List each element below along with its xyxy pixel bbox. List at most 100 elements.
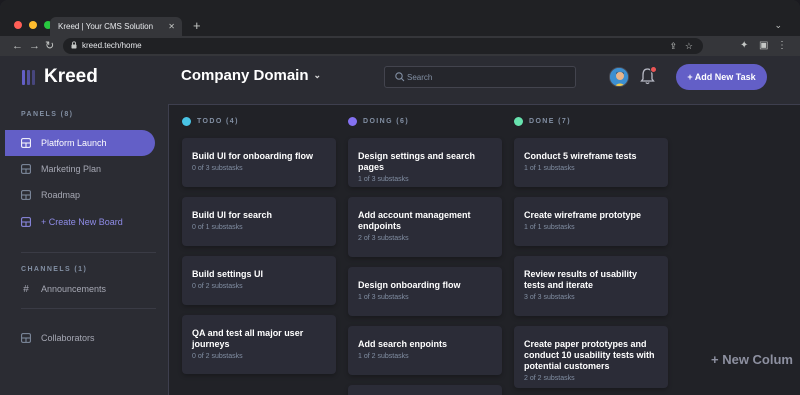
task-title: Build UI for onboarding flow	[192, 151, 313, 161]
sidebar-item-label: Platform Launch	[41, 138, 107, 148]
task-card[interactable]: QA and test all major user journeys 0 of…	[182, 315, 336, 374]
task-card[interactable]: Build settings UI 0 of 2 substasks	[182, 256, 336, 305]
kanban-board: TODO (4) Build UI for onboarding flow 0 …	[169, 105, 800, 395]
task-title: Create wireframe prototype	[524, 210, 642, 220]
browser-tab-bar: Kreed | Your CMS Solution ✕ + ⌄	[0, 0, 800, 36]
sidebar-item-label: Collaborators	[41, 333, 95, 343]
create-new-board-label: + Create New Board	[41, 217, 123, 227]
window-controls	[14, 21, 52, 29]
task-subtasks: 2 of 2 substasks	[524, 375, 575, 382]
minimize-window-button[interactable]	[29, 21, 37, 29]
board-icon	[21, 333, 31, 343]
column-title: DOING (6)	[363, 118, 410, 125]
task-title: Conduct 5 wireframe tests	[524, 151, 637, 161]
column-color-dot	[182, 117, 191, 126]
task-title: Build UI for search	[192, 210, 273, 220]
avatar-image-icon	[610, 68, 628, 86]
task-subtasks: 1 of 1 substasks	[524, 224, 575, 231]
close-window-button[interactable]	[14, 21, 22, 29]
task-card[interactable]: Design onboarding flow 1 of 3 substasks	[348, 267, 502, 316]
create-new-board-button[interactable]: + Create New Board	[0, 209, 155, 235]
task-subtasks: 1 of 3 substasks	[358, 176, 409, 183]
logo-text: Kreed	[44, 66, 98, 87]
board-title: Company Domain	[181, 67, 309, 84]
new-column-button[interactable]: + New Colum	[711, 352, 793, 367]
task-card[interactable]: Add search enpoints 1 of 2 substasks	[348, 326, 502, 375]
task-title: Create paper prototypes and conduct 10 u…	[524, 339, 655, 371]
back-arrow-icon[interactable]: ←	[12, 38, 23, 54]
tab-title: Kreed | Your CMS Solution	[58, 22, 154, 31]
sidebar-divider-line	[21, 252, 156, 253]
channels-heading: CHANNELS (1)	[21, 266, 88, 273]
sidebar-item-marketing-plan[interactable]: Marketing Plan	[0, 156, 155, 182]
panels-heading: PANELS (8)	[21, 111, 74, 118]
new-tab-button[interactable]: +	[193, 18, 201, 34]
task-title: Add account management endpoints	[358, 210, 471, 231]
task-card[interactable]: Add account management endpoints 2 of 3 …	[348, 197, 502, 257]
task-card[interactable]: Build UI for onboarding flow 0 of 3 subs…	[182, 138, 336, 187]
board-icon	[21, 164, 31, 174]
task-subtasks: 1 of 3 substasks	[358, 294, 409, 301]
notification-badge	[650, 66, 657, 73]
task-subtasks: 0 of 3 substasks	[192, 165, 243, 172]
address-bar[interactable]: kreed.tech/home ⇪ ☆	[63, 38, 703, 54]
kanban-app: Kreed Company Domain ⌄ + A	[0, 56, 800, 395]
board-title-dropdown[interactable]: Company Domain ⌄	[181, 67, 321, 84]
browser-tab[interactable]: Kreed | Your CMS Solution ✕	[50, 17, 182, 36]
task-subtasks: 1 of 2 substasks	[358, 353, 409, 360]
share-icon[interactable]: ⇪	[669, 38, 677, 54]
tab-close-icon[interactable]: ✕	[168, 17, 175, 36]
task-subtasks: 3 of 3 substasks	[524, 294, 575, 301]
task-title: Design onboarding flow	[358, 280, 461, 290]
browser-menu-icon[interactable]: ⋮	[777, 38, 787, 54]
task-subtasks: 0 of 2 substasks	[192, 353, 243, 360]
browser-window: Kreed | Your CMS Solution ✕ + ⌄ ← → ↻ kr…	[0, 0, 800, 395]
sidepanel-icon[interactable]: ▣	[759, 38, 768, 54]
column-color-dot	[514, 117, 523, 126]
task-card[interactable]: Create paper prototypes and conduct 10 u…	[514, 326, 668, 388]
task-card[interactable]: Build UI for search 0 of 1 substasks	[182, 197, 336, 246]
header-divider	[168, 104, 800, 105]
logo-icon	[22, 69, 35, 85]
task-card[interactable]: Review results of usability tests and it…	[514, 256, 668, 316]
task-card[interactable]: Design settings and search pages 1 of 3 …	[348, 138, 502, 187]
search-icon	[395, 72, 405, 82]
task-card[interactable]: Conduct 5 wireframe tests 1 of 1 substas…	[514, 138, 668, 187]
search-box[interactable]	[384, 66, 576, 88]
task-title: Add search enpoints	[358, 339, 448, 349]
extensions-icon[interactable]: ✦	[740, 38, 748, 54]
task-title: Build settings UI	[192, 269, 264, 279]
sidebar-item-roadmap[interactable]: Roadmap	[0, 182, 155, 208]
task-subtasks: 1 of 1 substasks	[524, 165, 575, 172]
task-card[interactable]	[348, 385, 502, 395]
lock-icon	[71, 41, 77, 49]
column-header-doing: DOING (6)	[348, 117, 409, 126]
avatar[interactable]	[609, 67, 629, 87]
sidebar-item-label: Announcements	[41, 284, 107, 294]
task-title: Review results of usability tests and it…	[524, 269, 638, 290]
task-subtasks: 2 of 3 substasks	[358, 235, 409, 242]
app-logo[interactable]: Kreed	[22, 66, 98, 88]
task-title: Design settings and search pages	[358, 151, 476, 172]
chevron-down-icon: ⌄	[313, 70, 322, 80]
task-subtasks: 0 of 2 substasks	[192, 283, 243, 290]
sidebar-item-label: Marketing Plan	[41, 164, 102, 174]
hash-icon: #	[23, 283, 29, 295]
task-card[interactable]: Create wireframe prototype 1 of 1 substa…	[514, 197, 668, 246]
column-header-done: DONE (7)	[514, 117, 571, 126]
sidebar-item-announcements[interactable]: # Announcements	[0, 276, 155, 302]
reload-icon[interactable]: ↻	[45, 38, 54, 54]
search-input[interactable]	[407, 67, 567, 87]
bookmark-star-icon[interactable]: ☆	[685, 38, 693, 54]
tab-search-chevron-icon[interactable]: ⌄	[774, 20, 782, 31]
column-title: DONE (7)	[529, 118, 571, 125]
sidebar-divider-line	[21, 308, 156, 309]
board-icon	[21, 190, 31, 200]
forward-arrow-icon[interactable]: →	[29, 38, 40, 54]
sidebar-item-label: Roadmap	[41, 190, 81, 200]
sidebar-item-platform-launch[interactable]: Platform Launch	[5, 130, 155, 156]
sidebar-item-collaborators[interactable]: Collaborators	[0, 325, 155, 351]
column-title: TODO (4)	[197, 118, 239, 125]
task-subtasks: 0 of 1 substasks	[192, 224, 243, 231]
add-new-task-button[interactable]: + Add New Task	[676, 64, 767, 90]
